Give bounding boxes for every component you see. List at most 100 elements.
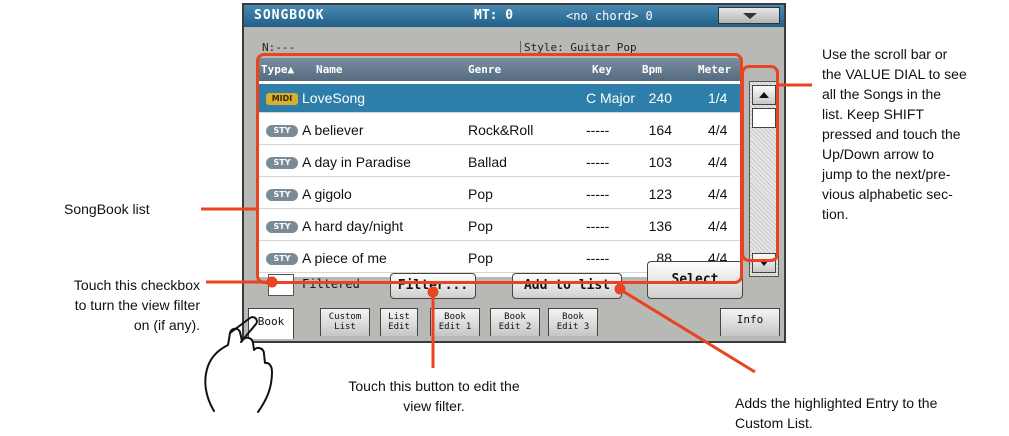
tab-label: Edit 3 (556, 322, 590, 332)
song-bpm: 123 (648, 186, 672, 202)
annotation-line: list. Keep SHIFT (822, 106, 924, 122)
annotation-line: Custom List. (735, 415, 813, 431)
songbook-list: MIDI LoveSong C Major 240 1/4 STY A believer Ro… (258, 81, 743, 277)
annotation-line: Use the scroll bar or (822, 46, 948, 62)
tab-label: Edit (388, 322, 410, 332)
song-bpm: 240 (648, 90, 672, 106)
tab-book[interactable]: Book (248, 308, 294, 339)
column-bpm[interactable]: Bpm (642, 63, 662, 76)
song-key: C Major (586, 90, 636, 106)
song-bpm: 136 (648, 218, 672, 234)
annotation-line: all the Songs in the (822, 86, 942, 102)
annotation-line: on (if any). (133, 317, 200, 333)
song-key: ----- (586, 186, 610, 202)
song-meter: 4/4 (708, 218, 728, 234)
song-genre: Rock&Roll (468, 122, 534, 138)
select-button[interactable]: Select (647, 261, 743, 299)
annotation-line: the VALUE DIAL to see (822, 66, 967, 82)
annotation-line: Touch this checkbox (73, 277, 200, 293)
song-name: A gigolo (302, 186, 352, 202)
annotation-line: tion. (822, 206, 849, 222)
song-genre: Ballad (468, 154, 507, 170)
scrollbar-thumb[interactable] (752, 108, 776, 128)
song-name: LoveSong (302, 90, 366, 106)
tab-label: Book (444, 312, 466, 322)
type-badge: STY (266, 125, 298, 137)
tab-info[interactable]: Info (720, 308, 780, 336)
song-name: A piece of me (302, 250, 387, 266)
type-badge: STY (266, 189, 298, 201)
tab-label: List (388, 312, 410, 322)
annotation-line: pressed and touch the (822, 126, 961, 142)
tab-bar: Book Custom List List Edit Book Edit 1 Book… (244, 308, 784, 341)
add-to-list-button[interactable]: Add to list (512, 273, 622, 299)
tab-book-edit-1[interactable]: Book Edit 1 (430, 308, 480, 336)
tab-book-edit-3[interactable]: Book Edit 3 (548, 308, 598, 336)
annotation-checkbox: Touch this checkbox to turn the view fil… (0, 275, 200, 335)
tab-label: Custom (328, 312, 362, 322)
style-name: Style: Guitar Pop (520, 41, 637, 54)
list-item[interactable]: STY A gigolo Pop ----- 123 4/4 (258, 180, 743, 209)
tab-label: Book (504, 312, 526, 322)
song-key: ----- (586, 250, 610, 266)
list-item[interactable]: STY A believer Rock&Roll ----- 164 4/4 (258, 116, 743, 145)
song-meter: 4/4 (708, 122, 728, 138)
song-key: ----- (586, 154, 610, 170)
songbook-screen: SONGBOOK MT: 0 <no chord> 0 N:--- Style:… (242, 3, 786, 343)
arrow-down-icon[interactable] (752, 253, 776, 273)
filtered-checkbox[interactable] (268, 274, 294, 296)
filter-button[interactable]: Filter... (390, 273, 476, 299)
type-badge: STY (266, 157, 298, 169)
info-row: N:--- Style: Guitar Pop (258, 39, 738, 55)
annotation-line: jump to the next/pre- (822, 166, 951, 182)
column-type[interactable]: Type▲ (261, 63, 294, 76)
song-genre: Pop (468, 186, 493, 202)
annotation-songbook-list: SongBook list (64, 201, 150, 217)
tab-label: List (334, 322, 356, 332)
list-scrollbar[interactable] (749, 81, 779, 277)
annotation-line: Adds the highlighted Entry to the (735, 395, 938, 411)
column-genre[interactable]: Genre (468, 63, 501, 76)
entry-number: N:--- (262, 41, 296, 54)
type-badge: STY (266, 253, 298, 265)
page-title: SONGBOOK (254, 8, 325, 23)
annotation-scroll: Use the scroll bar or the VALUE DIAL to s… (822, 44, 1009, 224)
type-badge: STY (266, 221, 298, 233)
list-item[interactable]: MIDI LoveSong C Major 240 1/4 (258, 84, 743, 113)
tab-label: Book (257, 315, 285, 328)
song-genre: Pop (468, 218, 493, 234)
song-meter: 4/4 (708, 154, 728, 170)
column-name[interactable]: Name (316, 63, 343, 76)
type-badge: MIDI (266, 93, 298, 105)
tab-list-edit[interactable]: List Edit (380, 308, 418, 336)
song-name: A hard day/night (302, 218, 404, 234)
filtered-label: Filtered (302, 277, 360, 291)
song-name: A believer (302, 122, 364, 138)
annotation-line: Up/Down arrow to (822, 146, 935, 162)
column-key[interactable]: Key (592, 63, 612, 76)
chord-display: <no chord> 0 (566, 9, 653, 23)
song-meter: 1/4 (708, 90, 728, 106)
song-bpm: 103 (648, 154, 672, 170)
master-transpose: MT: 0 (474, 8, 514, 23)
arrow-up-icon[interactable] (752, 85, 776, 105)
tab-custom-list[interactable]: Custom List (320, 308, 370, 336)
song-key: ----- (586, 218, 610, 234)
song-name: A day in Paradise (302, 154, 411, 170)
column-meter[interactable]: Meter (698, 63, 731, 76)
song-genre: Pop (468, 250, 493, 266)
annotation-line: to turn the view filter (74, 297, 200, 313)
tab-book-edit-2[interactable]: Book Edit 2 (490, 308, 540, 336)
annotation-line: Touch this button to edit the (348, 378, 520, 394)
song-meter: 4/4 (708, 186, 728, 202)
annotation-add-button: Adds the highlighted Entry to the Custom… (735, 393, 937, 433)
list-item[interactable]: STY A hard day/night Pop ----- 136 4/4 (258, 212, 743, 241)
song-key: ----- (586, 122, 610, 138)
song-bpm: 164 (648, 122, 672, 138)
list-column-header: Type▲ Name Genre Key Bpm Meter (258, 58, 743, 81)
list-item[interactable]: STY A day in Paradise Ballad ----- 103 4/4 (258, 148, 743, 177)
tab-label: Edit 2 (498, 322, 532, 332)
page-header: SONGBOOK MT: 0 <no chord> 0 (244, 5, 784, 27)
page-menu-button[interactable] (718, 7, 780, 24)
annotation-filter-button: Touch this button to edit the view filte… (300, 376, 568, 416)
